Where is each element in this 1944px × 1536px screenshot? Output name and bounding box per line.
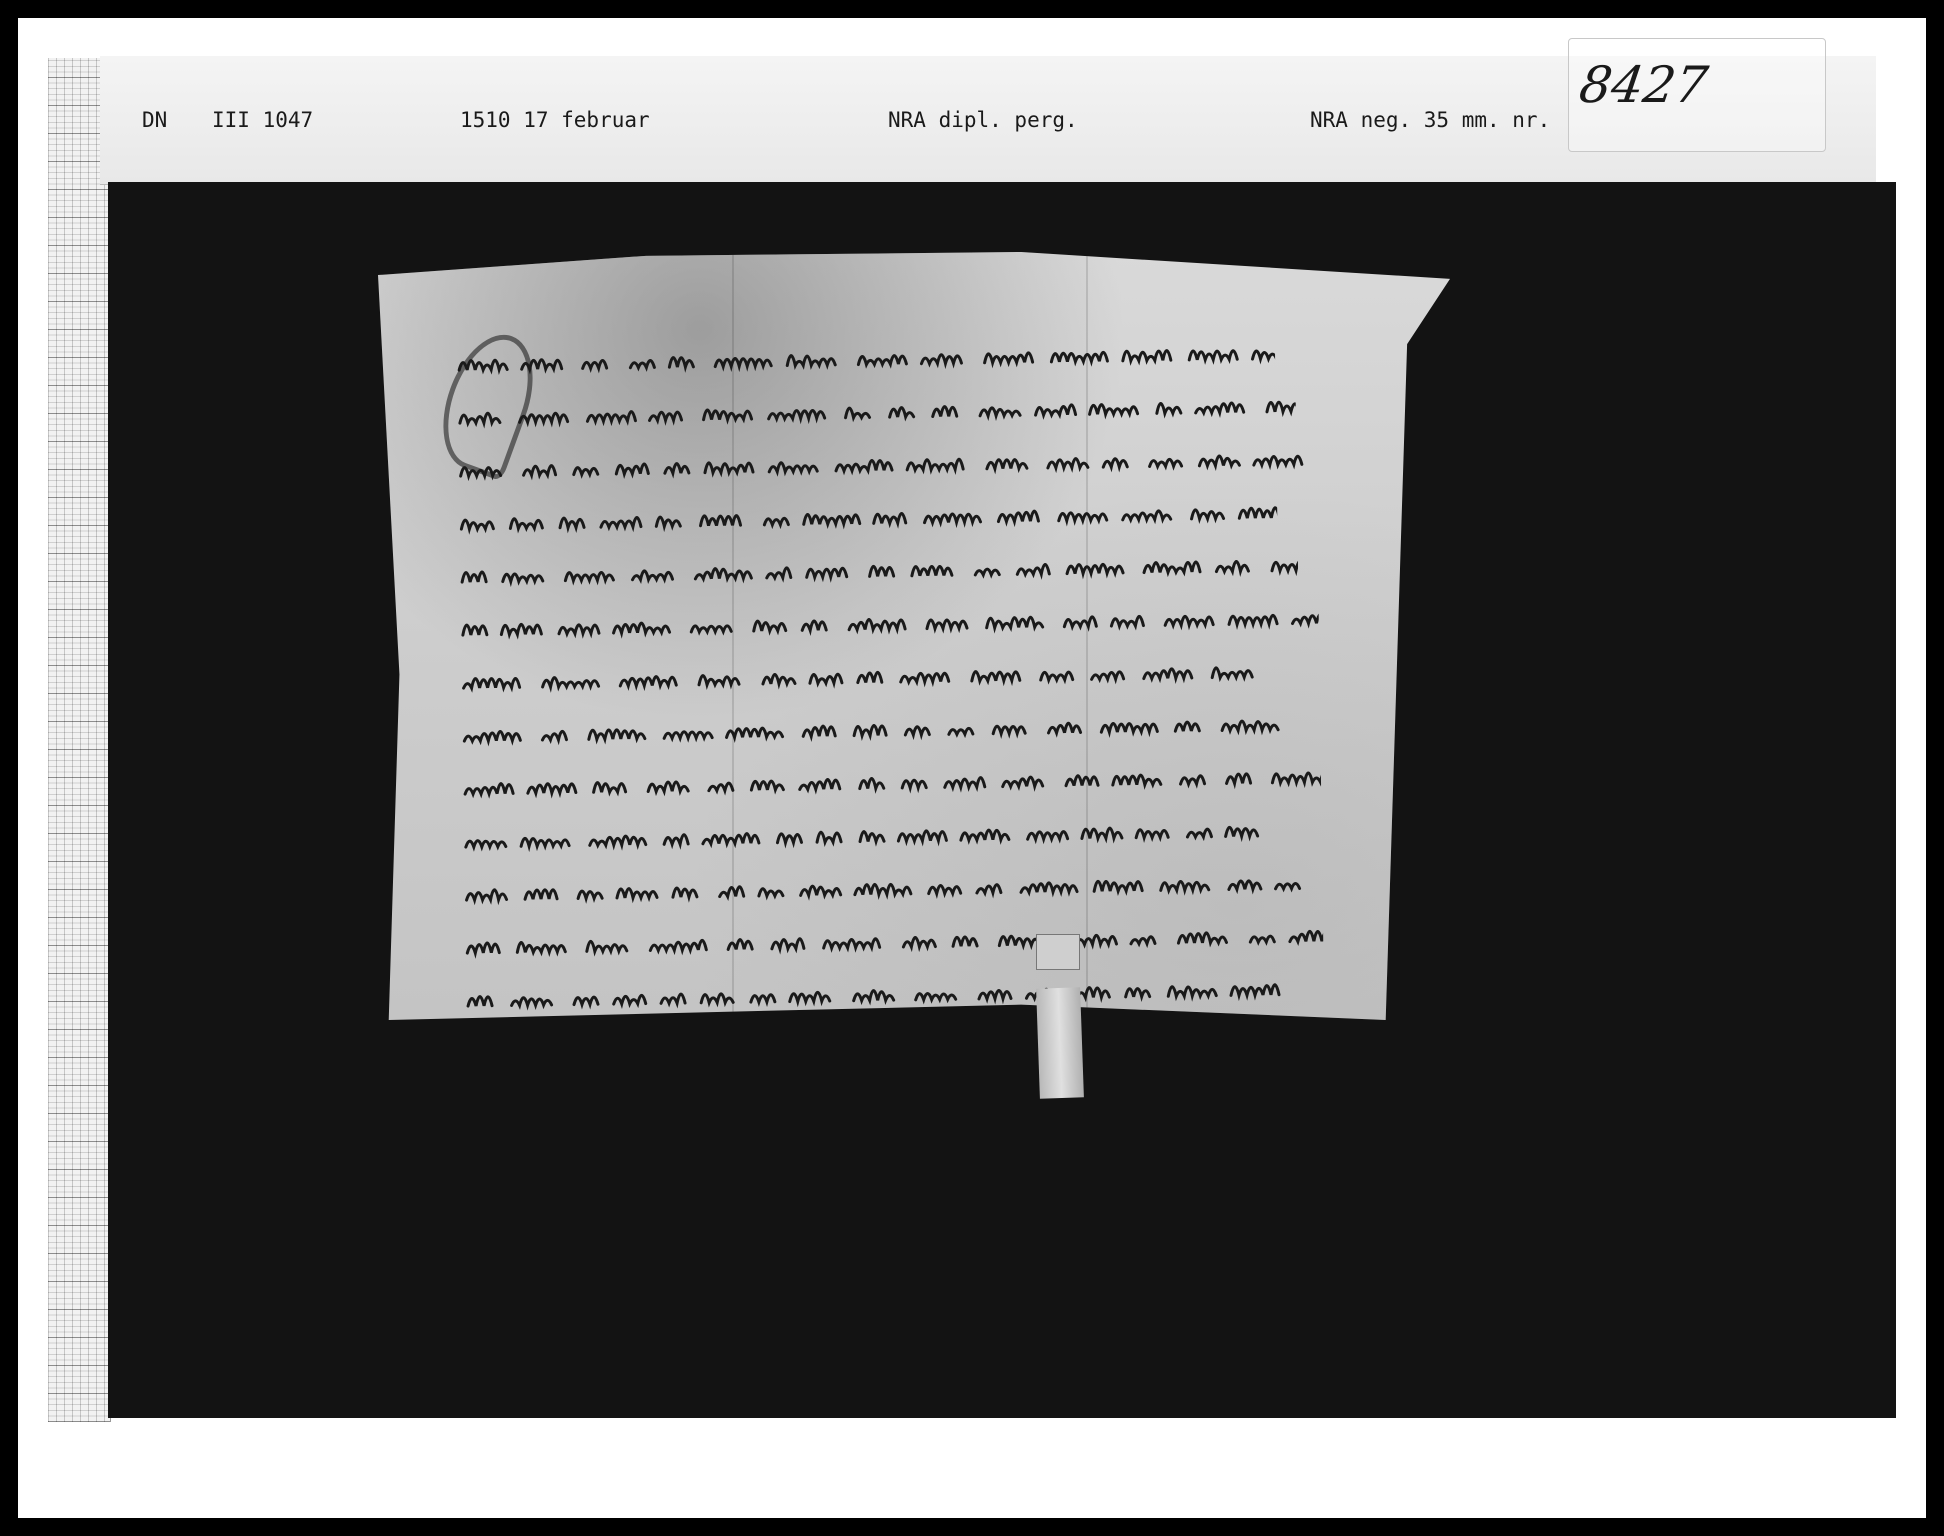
seal-strip bbox=[1036, 987, 1084, 1099]
archive-label: NRA dipl. perg. bbox=[888, 108, 1078, 132]
handwriting-scribble bbox=[457, 349, 1279, 375]
volume-number-label: III 1047 bbox=[212, 108, 314, 132]
parchment-document bbox=[378, 252, 1450, 1020]
measurement-scale bbox=[48, 58, 111, 1422]
manuscript-text-image bbox=[455, 336, 1345, 1020]
seal-tab bbox=[1036, 934, 1080, 970]
negative-label: NRA neg. 35 mm. nr. bbox=[1310, 108, 1551, 132]
collection-label: DN bbox=[142, 108, 168, 132]
date-label: 1510 17 februar bbox=[460, 108, 650, 132]
handwritten-number: 8427 bbox=[1575, 56, 1712, 114]
